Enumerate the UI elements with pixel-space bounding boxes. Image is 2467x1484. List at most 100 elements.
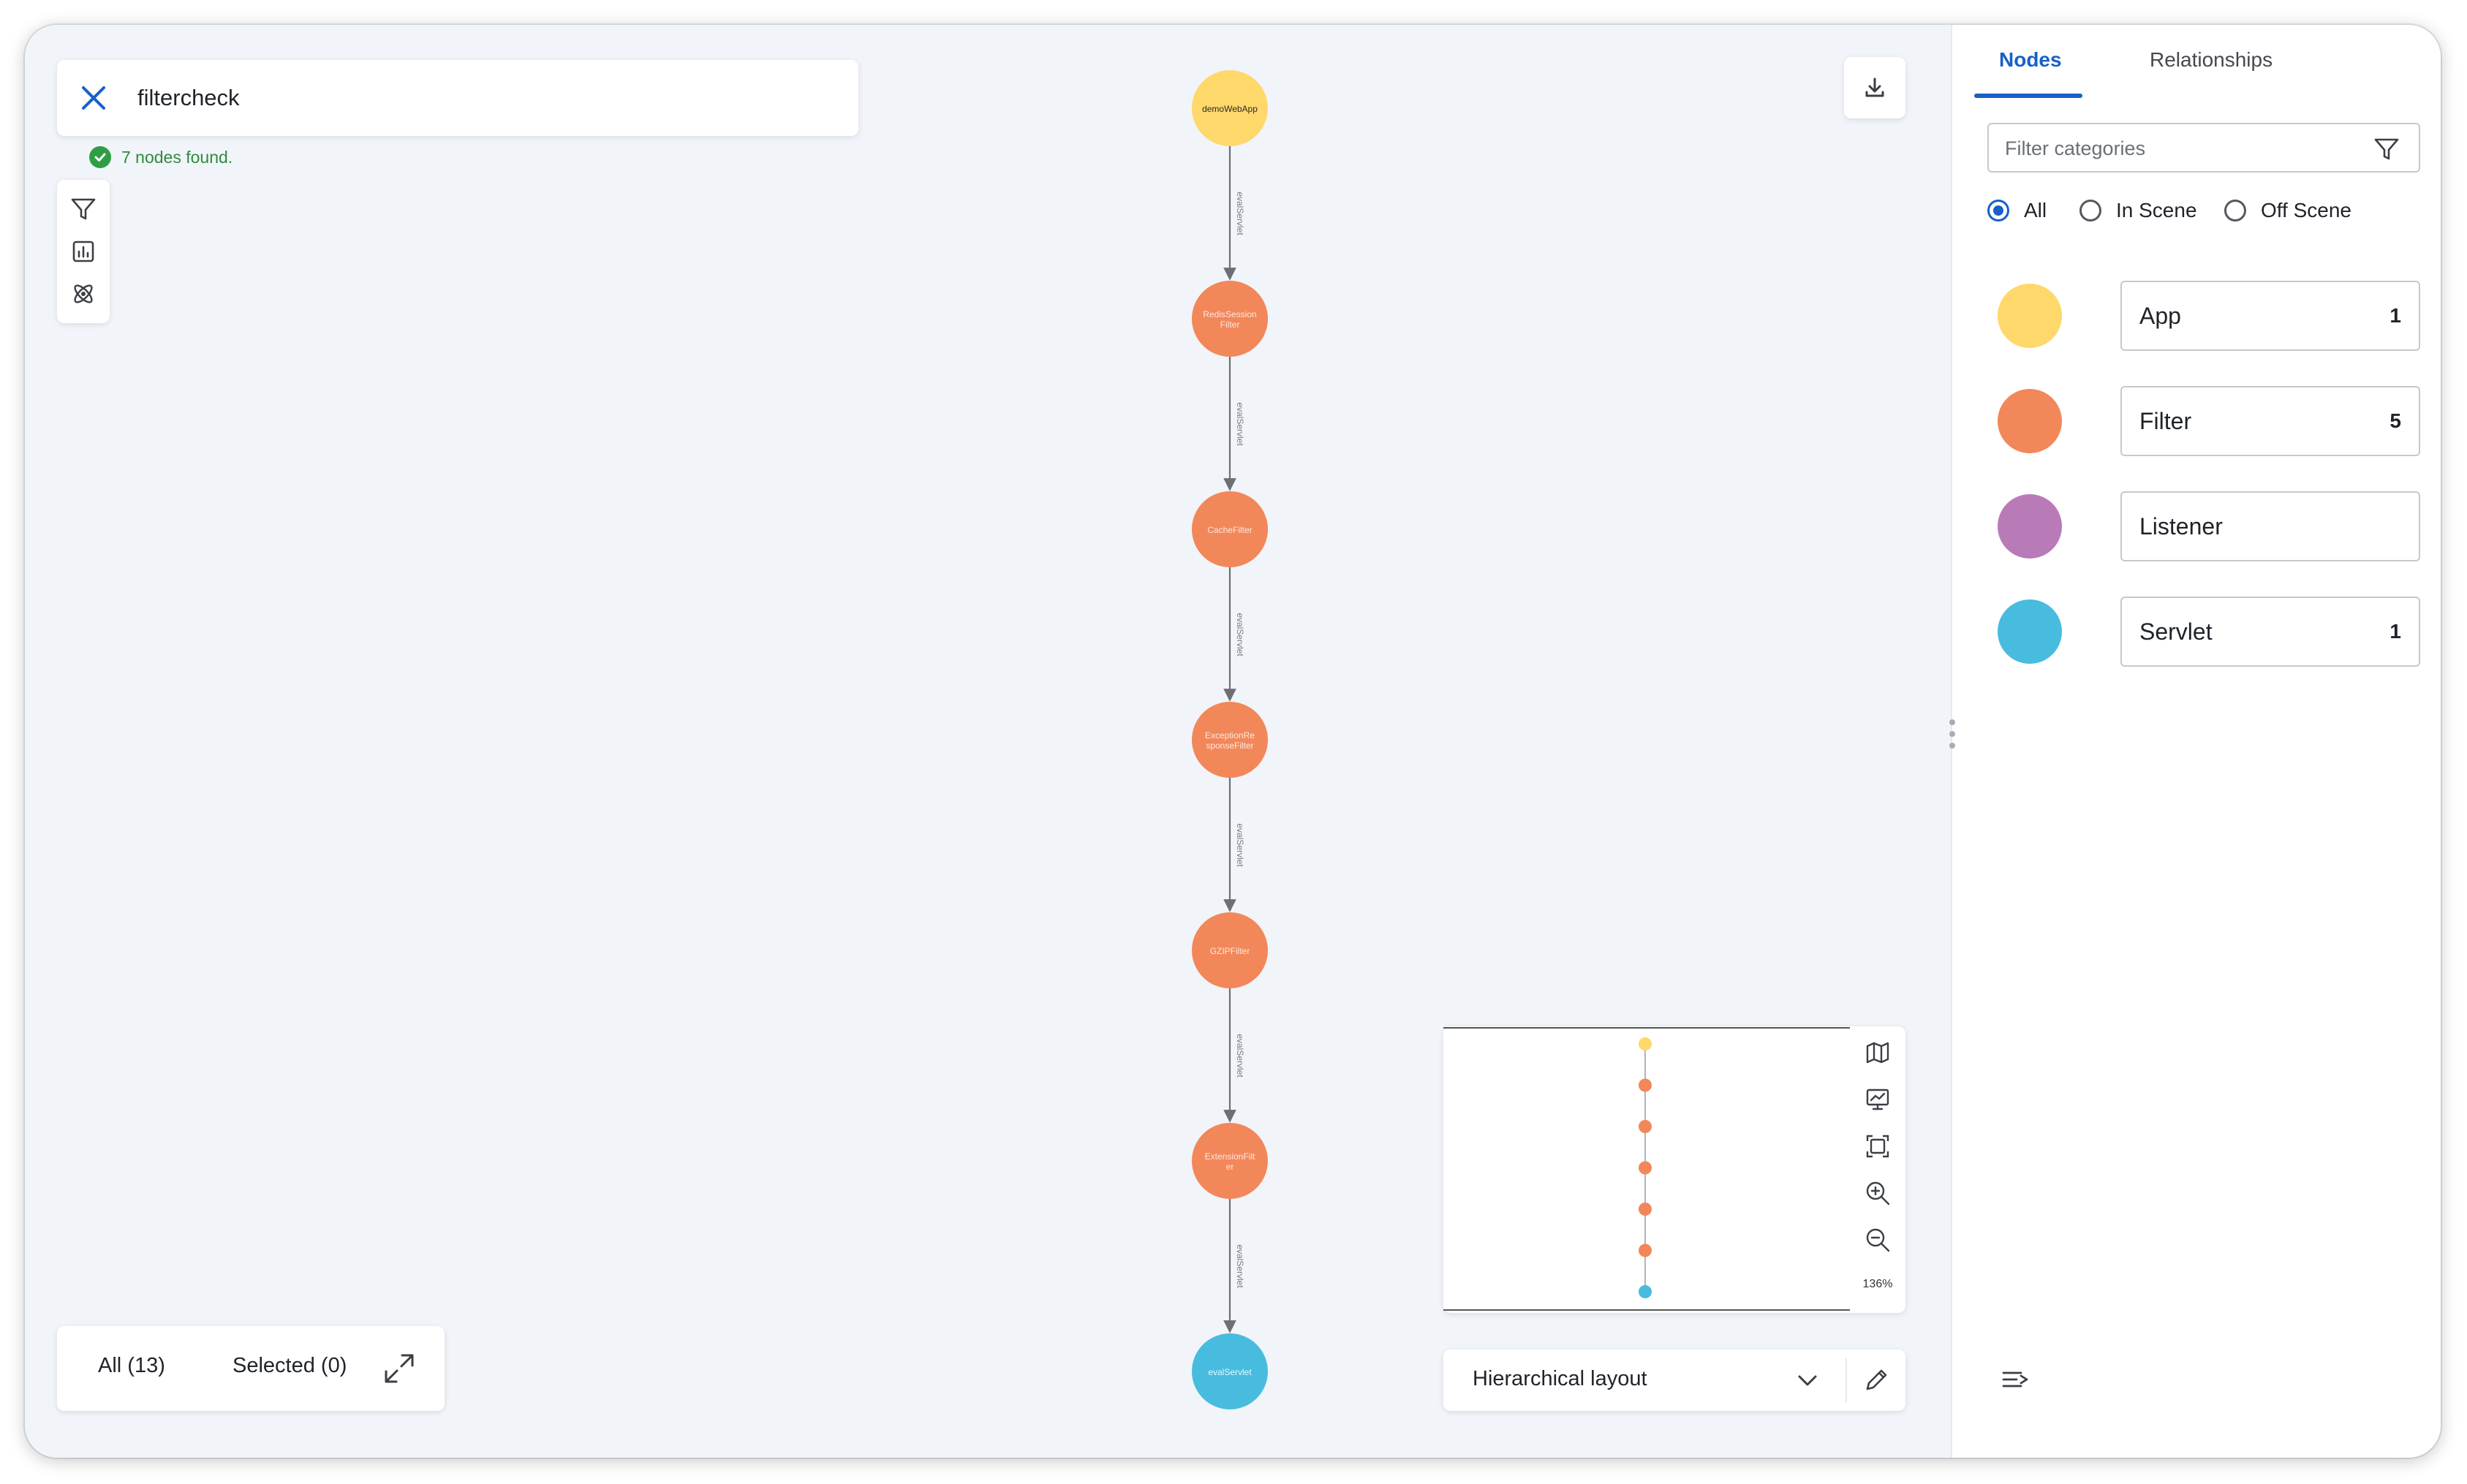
minimap-node [1639,1203,1652,1216]
graph-edge-label: evalServlet [1235,823,1245,867]
categories-panel: Nodes Relationships Filter categories Al… [1948,25,2441,1458]
layout-control: Hierarchical layout [1443,1349,1905,1411]
graph-node[interactable]: GZIPFilter [1192,912,1268,988]
panel-resize-handle[interactable] [1948,719,1957,756]
minimap-node [1639,1161,1652,1175]
search-status: 7 nodes found. [89,146,233,168]
filter-categories-placeholder: Filter categories [2005,137,2146,159]
zoom-in-icon[interactable] [1862,1177,1894,1209]
selection-counts: All (13) Selected (0) [57,1326,445,1411]
graph-node-label: CacheFilter [1207,525,1252,535]
tab-nodes[interactable]: Nodes [1999,48,2062,72]
radio-all-label: All [2024,199,2047,222]
radio-all-control[interactable] [1987,200,2009,222]
graph-canvas[interactable]: evalServlet evalServlet evalServlet evalSer… [25,25,1951,1458]
graph-node[interactable]: ExceptionResponseFilter [1192,702,1268,778]
radio-in-scene-control[interactable] [2079,200,2101,222]
graph-node-label: ExtensionFilt [1205,1151,1255,1162]
edit-layout-button[interactable] [1847,1349,1905,1411]
chevron-down-icon [1798,1375,1817,1386]
category-button-listener[interactable]: Listener [2120,491,2420,561]
graph-node[interactable]: evalServlet [1192,1333,1268,1409]
bar-chart-icon[interactable] [67,235,99,268]
atom-icon[interactable] [67,278,99,310]
category-count: 1 [2389,620,2401,643]
category-name: Filter [2139,408,2192,434]
filter-categories-input[interactable]: Filter categories [1987,123,2420,173]
category-color-swatch[interactable] [1998,599,2062,664]
download-button[interactable] [1844,57,1905,118]
category-color-swatch[interactable] [1998,284,2062,348]
graph-node-label: demoWebApp [1202,104,1258,114]
category-button-app[interactable]: App 1 [2120,281,2420,351]
map-icon[interactable] [1862,1037,1894,1069]
check-circle-icon [89,146,111,168]
graph-node-label: sponseFilter [1206,741,1253,751]
graph-node-label: evalServlet [1208,1367,1252,1377]
graph-edge-label: evalServlet [1235,1244,1245,1288]
minimap-tools: 136% [1850,1026,1905,1313]
layout-select-value: Hierarchical layout [1473,1367,1647,1390]
radio-off-scene[interactable]: Off Scene [2224,199,2351,222]
minimap-node [1639,1037,1652,1050]
presentation-chart-icon[interactable] [1862,1083,1894,1116]
graph-edge-label: evalServlet [1235,1034,1245,1078]
search-status-text: 7 nodes found. [121,147,233,167]
zoom-out-icon[interactable] [1862,1224,1894,1256]
category-button-servlet[interactable]: Servlet 1 [2120,597,2420,667]
graph-node[interactable]: CacheFilter [1192,491,1268,567]
all-count-button[interactable]: All (13) [98,1354,165,1378]
panel-tabs: Nodes Relationships [1974,25,2413,101]
graph-edge-label: evalServlet [1235,613,1245,656]
expand-icon[interactable] [382,1351,417,1386]
fit-screen-icon[interactable] [1862,1130,1894,1162]
category-count: 1 [2389,304,2401,327]
zoom-level: 136% [1862,1278,1893,1290]
category-color-swatch[interactable] [1998,494,2062,559]
radio-in-scene-label: In Scene [2116,199,2197,222]
sort-lines-icon[interactable] [1999,1364,2031,1396]
minimap-view[interactable] [1443,1026,1850,1313]
category-row-filter: Filter 5 [1952,386,2441,456]
graph-node-label: GZIPFilter [1210,946,1250,956]
category-row-servlet: Servlet 1 [1952,597,2441,667]
graph-node[interactable]: ExtensionFilter [1192,1123,1268,1199]
graph-node[interactable]: RedisSessionFilter [1192,281,1268,357]
filter-icon[interactable] [67,193,99,225]
category-name: App [2139,303,2181,329]
graph-node[interactable]: demoWebApp [1192,70,1268,146]
minimap: 136% [1443,1026,1905,1313]
layout-select[interactable]: Hierarchical layout [1443,1349,1845,1411]
graph-node-label: Filter [1220,319,1240,330]
pencil-icon [1866,1369,1887,1390]
graph-edge-label: evalServlet [1235,192,1245,235]
radio-in-scene[interactable]: In Scene [2079,199,2197,222]
category-name: Servlet [2139,618,2213,645]
minimap-node [1639,1285,1652,1298]
tab-relationships[interactable]: Relationships [2150,48,2273,72]
minimap-node [1639,1120,1652,1133]
graph-node-label: er [1226,1162,1234,1172]
radio-off-scene-label: Off Scene [2261,199,2352,222]
category-button-filter[interactable]: Filter 5 [2120,386,2420,456]
canvas-toolbar [57,180,110,323]
category-color-swatch[interactable] [1998,389,2062,453]
radio-off-scene-control[interactable] [2224,200,2246,222]
category-row-listener: Listener [1952,491,2441,561]
graph-node-label: ExceptionRe [1205,730,1255,741]
search-bar: filtercheck [57,60,858,136]
category-row-app: App 1 [1952,281,2441,351]
graph-node-label: RedisSession [1203,309,1256,319]
app-window: evalServlet evalServlet evalServlet evalSer… [25,25,2441,1458]
selected-count-button[interactable]: Selected (0) [233,1354,347,1378]
minimap-node [1639,1243,1652,1257]
minimap-node [1639,1078,1652,1092]
radio-all[interactable]: All [1987,199,2047,222]
active-tab-indicator [1974,94,2082,98]
category-name: Listener [2139,513,2223,540]
category-count: 5 [2389,409,2401,432]
search-query[interactable]: filtercheck [137,85,240,111]
funnel-icon[interactable] [2373,136,2400,162]
graph-edge-label: evalServlet [1235,402,1245,446]
close-icon[interactable] [78,82,110,114]
